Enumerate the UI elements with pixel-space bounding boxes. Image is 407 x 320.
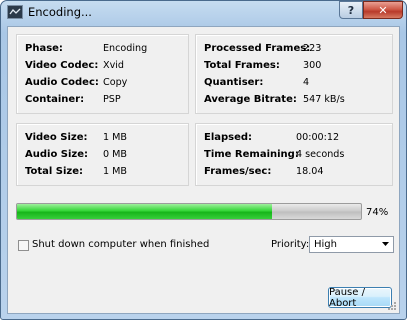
phase-value: Encoding [103, 43, 148, 54]
priority-label: Priority: [271, 239, 310, 250]
timing-group: Elapsed: 00:00:12 Time Remaining: 4 seco… [195, 123, 393, 186]
titlebar[interactable]: Encoding... ? ✕ [1, 1, 406, 25]
audio-codec-label: Audio Codec: [25, 77, 99, 88]
frames-per-sec-label: Frames/sec: [204, 166, 272, 177]
encoding-info-group: Phase: Encoding Video Codec: Xvid Audio … [16, 34, 189, 114]
pause-abort-button[interactable]: Pause / Abort [328, 287, 392, 309]
dialog-client-area: Phase: Encoding Video Codec: Xvid Audio … [7, 26, 400, 314]
total-frames-label: Total Frames: [204, 60, 280, 71]
processed-frames-value: 223 [303, 43, 322, 54]
container-label: Container: [25, 94, 85, 105]
total-size-label: Total Size: [25, 166, 84, 177]
frames-per-sec-value: 18.04 [296, 166, 324, 177]
close-button[interactable]: ✕ [363, 1, 403, 19]
quantiser-value: 4 [303, 77, 310, 88]
quantiser-label: Quantiser: [204, 77, 264, 88]
video-codec-value: Xvid [103, 60, 125, 71]
chevron-down-icon [382, 242, 389, 246]
output-size-group: Video Size: 1 MB Audio Size: 0 MB Total … [16, 123, 189, 186]
total-frames-value: 300 [303, 60, 322, 71]
time-remaining-value: 4 seconds [296, 149, 345, 160]
phase-label: Phase: [25, 43, 63, 54]
app-icon [7, 5, 23, 19]
priority-value: High [314, 239, 337, 250]
video-codec-label: Video Codec: [25, 60, 99, 71]
time-remaining-label: Time Remaining: [204, 149, 299, 160]
average-bitrate-value: 547 kB/s [303, 94, 345, 105]
processed-frames-label: Processed Frames: [204, 43, 311, 54]
shutdown-label[interactable]: Shut down computer when finished [32, 239, 209, 250]
encoding-window: Encoding... ? ✕ Phase: Encoding Video Co… [0, 0, 407, 320]
average-bitrate-label: Average Bitrate: [204, 94, 297, 105]
audio-size-value: 0 MB [103, 149, 128, 160]
total-size-value: 1 MB [103, 166, 128, 177]
resize-grip-icon[interactable] [387, 301, 397, 311]
elapsed-value: 00:00:12 [296, 132, 340, 143]
progress-percent: 74% [366, 207, 389, 218]
help-button[interactable]: ? [339, 1, 363, 19]
audio-codec-value: Copy [103, 77, 128, 88]
video-size-label: Video Size: [25, 132, 88, 143]
window-title: Encoding... [28, 5, 92, 19]
shutdown-checkbox[interactable] [18, 240, 29, 251]
audio-size-label: Audio Size: [25, 149, 89, 160]
container-value: PSP [103, 94, 121, 105]
progress-fill [17, 204, 272, 219]
priority-select[interactable]: High [309, 236, 394, 253]
video-size-value: 1 MB [103, 132, 128, 143]
encoding-progress-bar [16, 203, 362, 220]
elapsed-label: Elapsed: [204, 132, 253, 143]
frame-stats-group: Processed Frames: 223 Total Frames: 300 … [195, 34, 393, 114]
